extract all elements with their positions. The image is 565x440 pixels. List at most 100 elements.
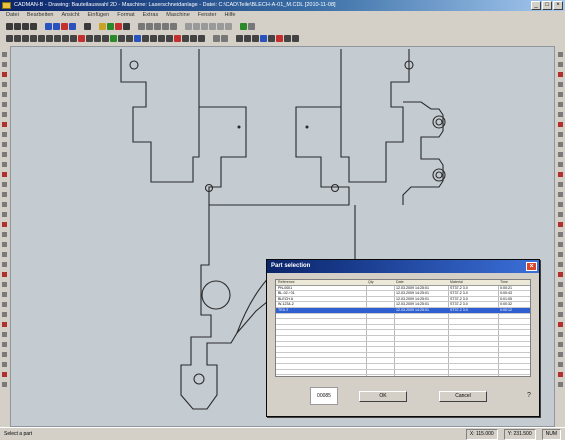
left-tool-icon[interactable]	[2, 142, 7, 147]
table-row[interactable]	[276, 370, 530, 376]
close-button[interactable]: ×	[553, 1, 563, 10]
left-tool-icon[interactable]	[2, 232, 7, 237]
right-tool-icon[interactable]	[558, 52, 563, 57]
draw-tool-icon[interactable]	[182, 34, 189, 42]
main-tool-icon[interactable]	[217, 22, 224, 30]
right-tool-icon[interactable]	[558, 342, 563, 347]
main-tool-icon[interactable]	[107, 22, 114, 30]
main-tool-icon[interactable]	[170, 22, 177, 30]
left-tool-icon[interactable]	[2, 82, 7, 87]
draw-tool-icon[interactable]	[166, 34, 173, 42]
right-tool-icon[interactable]	[558, 102, 563, 107]
menu-item-window[interactable]: Fenster	[198, 11, 217, 20]
draw-tool-icon[interactable]	[284, 34, 291, 42]
draw-tool-icon[interactable]	[46, 34, 53, 42]
right-tool-icon[interactable]	[558, 382, 563, 387]
right-tool-icon[interactable]	[558, 282, 563, 287]
left-tool-icon[interactable]	[2, 182, 7, 187]
main-tool-icon[interactable]	[69, 22, 76, 30]
left-tool-icon[interactable]	[2, 102, 7, 107]
main-tool-icon[interactable]	[138, 22, 145, 30]
right-tool-icon[interactable]	[558, 312, 563, 317]
left-tool-icon[interactable]	[2, 222, 7, 227]
left-tool-icon[interactable]	[2, 342, 7, 347]
main-tool-icon[interactable]	[162, 22, 169, 30]
draw-tool-icon[interactable]	[126, 34, 133, 42]
right-tool-icon[interactable]	[558, 322, 563, 327]
left-tool-icon[interactable]	[2, 202, 7, 207]
draw-tool-icon[interactable]	[213, 34, 220, 42]
left-tool-icon[interactable]	[2, 322, 7, 327]
left-tool-icon[interactable]	[2, 282, 7, 287]
draw-tool-icon[interactable]	[86, 34, 93, 42]
main-tool-icon[interactable]	[115, 22, 122, 30]
draw-tool-icon[interactable]	[38, 34, 45, 42]
draw-tool-icon[interactable]	[252, 34, 259, 42]
right-tool-icon[interactable]	[558, 302, 563, 307]
left-tool-icon[interactable]	[2, 72, 7, 77]
left-tool-icon[interactable]	[2, 122, 7, 127]
draw-tool-icon[interactable]	[158, 34, 165, 42]
right-tool-icon[interactable]	[558, 272, 563, 277]
main-tool-icon[interactable]	[146, 22, 153, 30]
draw-tool-icon[interactable]	[150, 34, 157, 42]
draw-tool-icon[interactable]	[276, 34, 283, 42]
left-tool-icon[interactable]	[2, 112, 7, 117]
left-tool-icon[interactable]	[2, 302, 7, 307]
draw-tool-icon[interactable]	[22, 34, 29, 42]
main-tool-icon[interactable]	[30, 22, 37, 30]
menu-item-file[interactable]: Datei	[6, 11, 19, 20]
right-tool-icon[interactable]	[558, 262, 563, 267]
draw-tool-icon[interactable]	[198, 34, 205, 42]
draw-tool-icon[interactable]	[268, 34, 275, 42]
right-tool-icon[interactable]	[558, 242, 563, 247]
main-tool-icon[interactable]	[193, 22, 200, 30]
main-tool-icon[interactable]	[201, 22, 208, 30]
cancel-button[interactable]: Cancel	[439, 391, 487, 402]
main-tool-icon[interactable]	[225, 22, 232, 30]
menu-item-tools[interactable]: Extras	[143, 11, 159, 20]
main-tool-icon[interactable]	[6, 22, 13, 30]
draw-tool-icon[interactable]	[134, 34, 141, 42]
menu-item-help[interactable]: Hilfe	[224, 11, 235, 20]
right-tool-icon[interactable]	[558, 72, 563, 77]
right-tool-icon[interactable]	[558, 92, 563, 97]
right-tool-icon[interactable]	[558, 192, 563, 197]
draw-tool-icon[interactable]	[110, 34, 117, 42]
left-tool-icon[interactable]	[2, 52, 7, 57]
main-tool-icon[interactable]	[185, 22, 192, 30]
right-tool-icon[interactable]	[558, 62, 563, 67]
left-tool-icon[interactable]	[2, 62, 7, 67]
dialog-close-button[interactable]: ×	[526, 262, 537, 271]
left-tool-icon[interactable]	[2, 152, 7, 157]
left-tool-icon[interactable]	[2, 132, 7, 137]
right-tool-icon[interactable]	[558, 182, 563, 187]
left-tool-icon[interactable]	[2, 372, 7, 377]
help-icon[interactable]: ?	[525, 391, 533, 401]
right-tool-icon[interactable]	[558, 332, 563, 337]
menu-item-format[interactable]: Format	[117, 11, 134, 20]
left-tool-icon[interactable]	[2, 312, 7, 317]
minimize-button[interactable]: _	[531, 1, 541, 10]
menu-item-machine[interactable]: Maschine	[166, 11, 190, 20]
draw-tool-icon[interactable]	[118, 34, 125, 42]
menu-item-edit[interactable]: Bearbeiten	[27, 11, 54, 20]
main-tool-icon[interactable]	[61, 22, 68, 30]
main-tool-icon[interactable]	[123, 22, 130, 30]
main-tool-icon[interactable]	[45, 22, 52, 30]
right-tool-icon[interactable]	[558, 292, 563, 297]
draw-tool-icon[interactable]	[14, 34, 21, 42]
draw-tool-icon[interactable]	[62, 34, 69, 42]
main-tool-icon[interactable]	[99, 22, 106, 30]
main-tool-icon[interactable]	[209, 22, 216, 30]
menu-item-view[interactable]: Ansicht	[61, 11, 79, 20]
right-tool-icon[interactable]	[558, 362, 563, 367]
right-tool-icon[interactable]	[558, 162, 563, 167]
left-tool-icon[interactable]	[2, 162, 7, 167]
draw-tool-icon[interactable]	[142, 34, 149, 42]
main-tool-icon[interactable]	[154, 22, 161, 30]
right-tool-icon[interactable]	[558, 212, 563, 217]
main-tool-icon[interactable]	[240, 22, 247, 30]
draw-tool-icon[interactable]	[94, 34, 101, 42]
main-tool-icon[interactable]	[22, 22, 29, 30]
